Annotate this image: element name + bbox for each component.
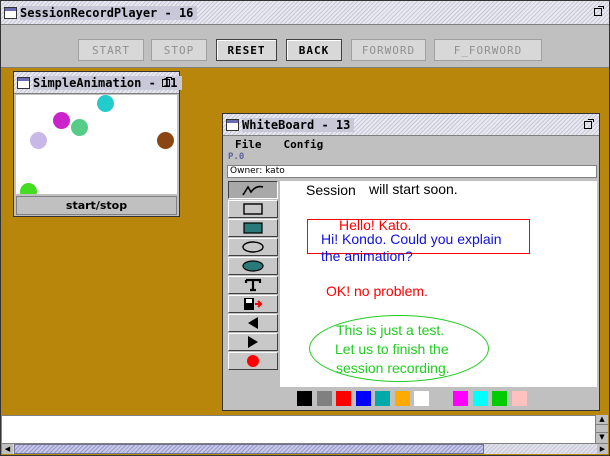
pen-icon: [242, 185, 264, 196]
animation-canvas: [16, 95, 177, 194]
whiteboard-menubar: File Config: [223, 136, 599, 152]
menu-file[interactable]: File: [223, 138, 272, 151]
filled-rectangle-icon: [243, 222, 263, 234]
ellipse-tool[interactable]: [228, 238, 278, 256]
forward-button[interactable]: FORWORD: [351, 39, 426, 61]
ellipse-icon: [242, 241, 264, 253]
stop-button[interactable]: STOP: [151, 39, 207, 61]
status-area[interactable]: [2, 415, 595, 445]
fast-forward-button[interactable]: F_FORWORD: [434, 39, 542, 61]
window-icon: [4, 6, 17, 19]
ball-green: [71, 119, 88, 136]
maximize-icon[interactable]: [593, 5, 605, 17]
reset-button[interactable]: RESET: [216, 39, 277, 61]
window-icon: [226, 118, 239, 131]
text-tool[interactable]: [228, 276, 278, 294]
filled-ellipse-icon: [242, 260, 264, 272]
color-swatch-silver[interactable]: [432, 389, 450, 407]
board-text-test-1: This is just a test.: [336, 322, 445, 338]
ball-lavender: [30, 132, 47, 149]
color-swatch-magenta[interactable]: [452, 389, 469, 407]
color-swatch-cyan[interactable]: [471, 389, 489, 407]
horizontal-scrollbar[interactable]: ◀ ▶: [2, 443, 608, 454]
whiteboard-titlebar[interactable]: WhiteBoard - 13: [223, 114, 599, 136]
save-tool[interactable]: [228, 295, 278, 313]
whiteboard-window: WhiteBoard - 13 File Config P.0 Owner: k…: [222, 113, 600, 411]
board-text-session: Session: [306, 182, 356, 198]
owner-field: Owner: kato: [227, 165, 597, 178]
color-swatch-black[interactable]: [296, 389, 313, 407]
ball-magenta: [53, 112, 70, 129]
back-tool[interactable]: [228, 314, 278, 332]
board-text-kondo-1: Hi! Kondo. Could you explain: [321, 231, 502, 247]
player-toolbar: START STOP RESET BACK FORWORD F_FORWORD: [1, 25, 609, 68]
save-icon: [244, 298, 263, 310]
color-swatch-orange[interactable]: [393, 389, 411, 407]
drawing-toolbox: [227, 181, 279, 387]
rectangle-tool[interactable]: [228, 200, 278, 218]
color-palette: [227, 388, 597, 408]
back-button[interactable]: BACK: [286, 39, 342, 61]
color-swatch-blue[interactable]: [354, 389, 372, 407]
start-button[interactable]: START: [78, 39, 144, 61]
scroll-left-icon[interactable]: ◀: [2, 444, 13, 454]
scroll-up-icon[interactable]: ▲: [596, 415, 608, 424]
animation-window-title: SimpleAnimation - 11: [33, 75, 182, 90]
maximize-icon[interactable]: [583, 118, 595, 130]
page-label: P.0: [228, 152, 245, 162]
filled-ellipse-tool[interactable]: [228, 257, 278, 275]
record-icon: [247, 355, 259, 367]
color-swatch-white[interactable]: [413, 389, 430, 407]
color-swatch-red[interactable]: [335, 389, 352, 407]
record-tool[interactable]: [228, 352, 278, 370]
simple-animation-window: SimpleAnimation - 11 start/stop: [13, 71, 182, 217]
rectangle-icon: [243, 203, 263, 215]
ball-lime: [20, 183, 37, 194]
main-titlebar[interactable]: SessionRecordPlayer - 16: [1, 1, 609, 25]
menu-config[interactable]: Config: [272, 138, 334, 151]
scroll-thumb[interactable]: [596, 424, 608, 433]
ball-cyan: [97, 95, 114, 112]
whiteboard-canvas[interactable]: Session will start soon. Hello! Kato. Hi…: [280, 181, 597, 387]
whiteboard-window-title: WhiteBoard - 13: [242, 117, 355, 132]
main-window-title: SessionRecordPlayer - 16: [20, 5, 198, 20]
board-text-test-2: Let us to finish the: [335, 341, 449, 357]
forward-arrow-icon: [248, 336, 258, 348]
color-swatch-teal[interactable]: [374, 389, 391, 407]
vertical-scrollbar[interactable]: ▲ ▼: [595, 415, 608, 445]
pen-tool[interactable]: [228, 181, 278, 199]
animation-titlebar[interactable]: SimpleAnimation - 11: [14, 72, 182, 94]
scroll-down-icon[interactable]: ▼: [596, 433, 608, 442]
board-text-kondo-2: the animation?: [321, 248, 413, 264]
ball-brown: [157, 132, 174, 149]
forward-tool[interactable]: [228, 333, 278, 351]
board-text-test-3: session recording.: [336, 360, 450, 376]
text-icon: [244, 278, 262, 292]
board-text-start-soon: will start soon.: [369, 181, 458, 197]
color-swatch-gray[interactable]: [315, 389, 333, 407]
scroll-right-icon[interactable]: ▶: [597, 444, 608, 454]
maximize-icon[interactable]: [161, 76, 173, 88]
color-swatch-green[interactable]: [491, 389, 508, 407]
board-text-ok: OK! no problem.: [326, 283, 428, 299]
back-arrow-icon: [248, 317, 258, 329]
window-icon: [17, 76, 30, 89]
filled-rectangle-tool[interactable]: [228, 219, 278, 237]
start-stop-button[interactable]: start/stop: [16, 196, 177, 215]
color-swatch-pink[interactable]: [510, 389, 528, 407]
horizontal-scroll-thumb[interactable]: [14, 444, 484, 454]
